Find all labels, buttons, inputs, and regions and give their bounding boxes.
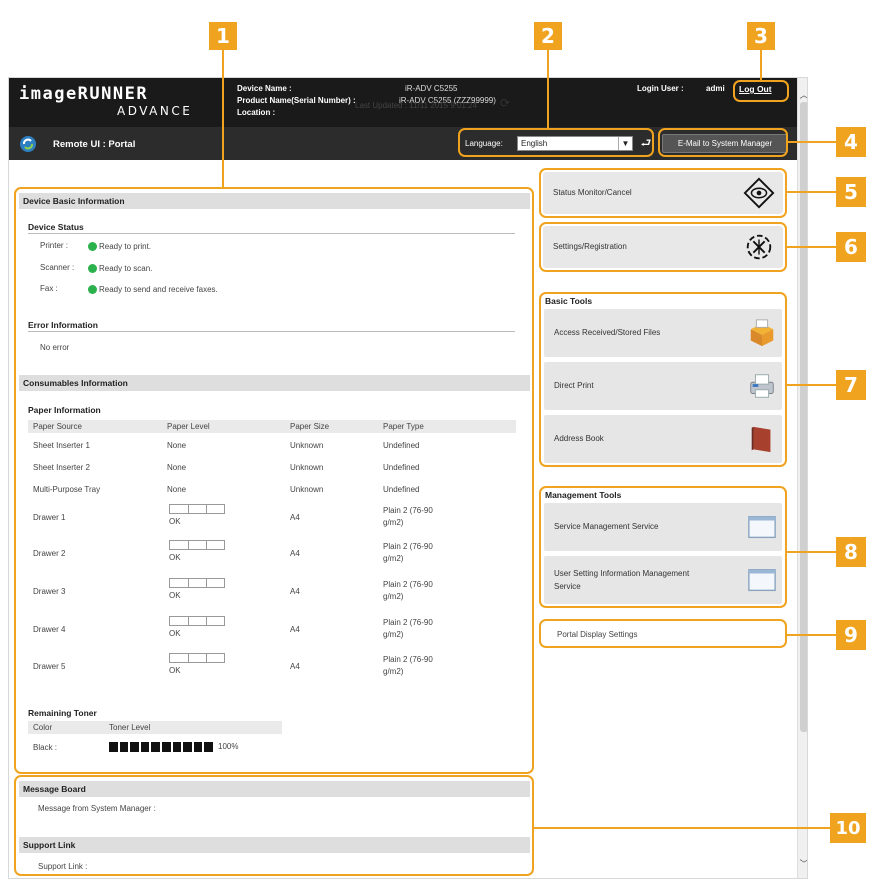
callout-4: 4 xyxy=(836,127,866,157)
connector xyxy=(787,246,836,248)
location-label: Location : xyxy=(237,108,276,117)
highlight-box-7 xyxy=(539,292,787,467)
login-user-label: Login User : xyxy=(637,84,684,93)
login-user-value: admi xyxy=(706,84,725,93)
callout-1: 1 xyxy=(209,22,237,50)
logo-advance: ADVANCE xyxy=(117,104,193,118)
logo-imagerunner: imageRUNNER xyxy=(19,84,149,104)
highlight-box-8 xyxy=(539,486,787,608)
scroll-down-icon[interactable]: ﹀ xyxy=(798,857,807,870)
connector xyxy=(787,634,836,636)
vertical-scrollbar[interactable]: ︿ ﹀ xyxy=(797,78,807,878)
highlight-box-10 xyxy=(14,775,534,876)
highlight-box-6 xyxy=(539,222,787,272)
callout-7: 7 xyxy=(836,370,866,400)
device-name-value: iR-ADV C5255 xyxy=(405,84,458,93)
highlight-box-4 xyxy=(658,128,788,157)
connector xyxy=(787,551,836,553)
callout-8: 8 xyxy=(836,537,866,567)
last-updated-text: Last Updated : 11/11 2015 9:01:24 xyxy=(355,101,478,110)
highlight-box-5 xyxy=(539,168,787,218)
highlight-box-1 xyxy=(14,187,534,774)
connector xyxy=(787,191,836,193)
connector xyxy=(222,50,224,187)
callout-10: 10 xyxy=(830,813,866,843)
device-name-label: Device Name : xyxy=(237,84,292,93)
scroll-up-icon[interactable]: ︿ xyxy=(798,88,807,101)
callout-9: 9 xyxy=(836,620,866,650)
connector xyxy=(547,50,549,128)
callout-5: 5 xyxy=(836,177,866,207)
refresh-icon[interactable]: ⟳ xyxy=(500,96,510,110)
connector xyxy=(534,827,830,829)
callout-3: 3 xyxy=(747,22,775,50)
connector xyxy=(760,50,762,80)
portal-icon xyxy=(20,136,36,152)
highlight-box-9 xyxy=(539,619,787,648)
callout-6: 6 xyxy=(836,232,866,262)
product-name-label: Product Name(Serial Number) : xyxy=(237,96,356,105)
callout-2: 2 xyxy=(534,22,562,50)
portal-title: Remote UI : Portal xyxy=(53,139,136,150)
highlight-box-2 xyxy=(458,128,654,157)
connector xyxy=(788,141,836,143)
highlight-box-3 xyxy=(733,80,789,102)
connector xyxy=(787,384,836,386)
scrollbar-thumb[interactable] xyxy=(800,102,807,732)
